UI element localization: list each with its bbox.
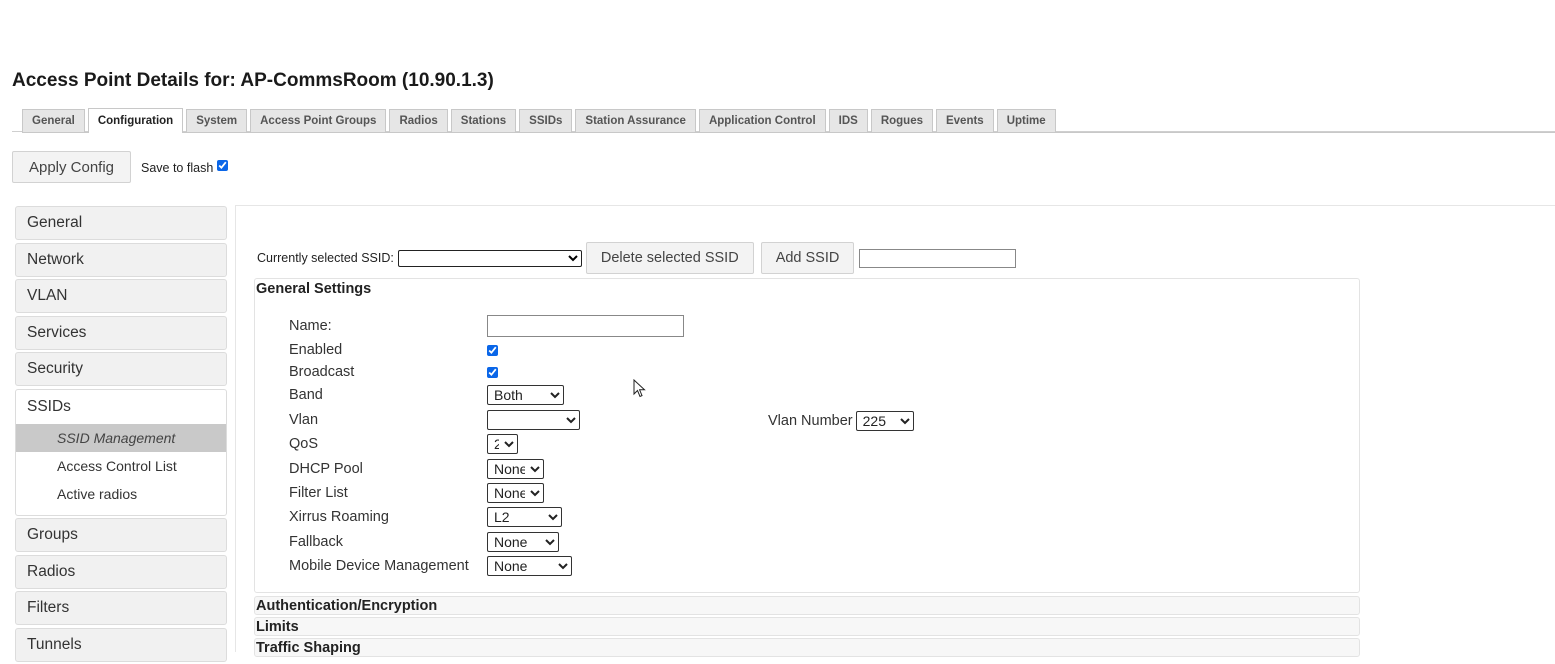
page-title: Access Point Details for: AP-CommsRoom (… xyxy=(12,70,494,91)
dhcp-pool-row: DHCP Pool None xyxy=(289,458,544,480)
tab-stations[interactable]: Stations xyxy=(450,109,517,132)
sidebar: General Network VLAN Services Security S… xyxy=(15,206,227,664)
sidebar-item-radios[interactable]: Radios xyxy=(15,554,227,589)
sidebar-item-ssids[interactable]: SSIDs xyxy=(16,390,226,424)
tab-application-control[interactable]: Application Control xyxy=(698,109,826,132)
vlan-number-row: Vlan Number 225 xyxy=(768,410,914,432)
sidebar-group-ssids: SSIDs SSID Management Access Control Lis… xyxy=(15,388,227,516)
general-settings-panel: General Settings Name: Enabled Broadcast… xyxy=(254,278,1360,593)
name-row: Name: xyxy=(289,315,684,337)
tab-uptime[interactable]: Uptime xyxy=(996,109,1056,132)
general-settings-title: General Settings xyxy=(256,281,372,297)
delete-ssid-button[interactable]: Delete selected SSID xyxy=(585,242,754,274)
fallback-row: Fallback None xyxy=(289,531,559,553)
filter-list-select[interactable]: None xyxy=(487,483,544,503)
band-row: Band Both xyxy=(289,384,564,406)
new-ssid-input[interactable] xyxy=(859,248,1017,268)
name-label: Name: xyxy=(289,318,332,334)
fallback-label: Fallback xyxy=(289,534,343,550)
enabled-checkbox[interactable] xyxy=(487,344,498,356)
tab-station-assurance[interactable]: Station Assurance xyxy=(575,109,696,132)
vlan-number-label: Vlan Number xyxy=(768,413,853,429)
xirrus-roaming-select[interactable]: L2 xyxy=(487,507,562,527)
mdm-select[interactable]: None xyxy=(487,556,572,576)
tab-configuration[interactable]: Configuration xyxy=(87,108,184,133)
broadcast-label: Broadcast xyxy=(289,364,355,380)
save-to-flash: Save to flash xyxy=(141,160,229,175)
sidebar-item-vlan[interactable]: VLAN xyxy=(15,279,227,313)
section-authentication-encryption[interactable]: Authentication/Encryption xyxy=(254,596,1360,615)
tab-ids[interactable]: IDS xyxy=(828,109,868,132)
sidebar-item-tunnels[interactable]: Tunnels xyxy=(15,627,227,662)
sidebar-subitem-ssid-management[interactable]: SSID Management xyxy=(16,423,226,452)
enabled-row: Enabled xyxy=(289,339,498,361)
sidebar-item-groups[interactable]: Groups xyxy=(15,518,227,552)
vlan-number-select[interactable]: 225 xyxy=(855,411,914,431)
filter-list-label: Filter List xyxy=(289,485,348,501)
vlan-row: Vlan xyxy=(289,409,580,431)
current-ssid-select[interactable] xyxy=(397,249,582,267)
filter-list-row: Filter List None xyxy=(289,482,544,504)
sidebar-item-services[interactable]: Services xyxy=(15,315,227,350)
save-to-flash-label: Save to flash xyxy=(141,160,214,175)
mdm-label: Mobile Device Management xyxy=(289,558,469,574)
tab-system[interactable]: System xyxy=(186,109,248,132)
band-select[interactable]: Both xyxy=(487,385,564,405)
sidebar-item-network[interactable]: Network xyxy=(15,242,227,277)
qos-row: QoS 2 xyxy=(289,433,518,455)
tab-bar: General Configuration System Access Poin… xyxy=(22,108,1555,133)
tab-access-point-groups[interactable]: Access Point Groups xyxy=(250,109,387,132)
broadcast-checkbox[interactable] xyxy=(487,366,498,378)
add-ssid-button[interactable]: Add SSID xyxy=(760,242,855,274)
vlan-select[interactable] xyxy=(487,410,580,430)
dhcp-pool-select[interactable]: None xyxy=(487,459,544,479)
enabled-label: Enabled xyxy=(289,342,343,358)
tab-ssids[interactable]: SSIDs xyxy=(519,109,573,132)
sidebar-item-security[interactable]: Security xyxy=(15,352,227,386)
tab-events[interactable]: Events xyxy=(935,109,994,132)
xirrus-roaming-label: Xirrus Roaming xyxy=(289,509,389,525)
current-ssid-label: Currently selected SSID: xyxy=(257,251,394,265)
sidebar-subitem-access-control-list[interactable]: Access Control List xyxy=(16,452,226,480)
mdm-row: Mobile Device Management None xyxy=(289,555,572,577)
xirrus-roaming-row: Xirrus Roaming L2 xyxy=(289,506,562,528)
sidebar-item-filters[interactable]: Filters xyxy=(15,591,227,625)
fallback-select[interactable]: None xyxy=(487,532,559,552)
save-to-flash-checkbox[interactable] xyxy=(217,160,229,171)
tab-general[interactable]: General xyxy=(22,109,85,132)
sidebar-subitem-active-radios[interactable]: Active radios xyxy=(16,480,226,508)
dhcp-pool-label: DHCP Pool xyxy=(289,461,363,477)
ssid-toolbar: Currently selected SSID: Delete selected… xyxy=(257,242,1017,274)
section-traffic-shaping[interactable]: Traffic Shaping xyxy=(254,638,1360,657)
tab-rogues[interactable]: Rogues xyxy=(870,109,933,132)
broadcast-row: Broadcast xyxy=(289,361,498,383)
band-label: Band xyxy=(289,387,323,403)
name-input[interactable] xyxy=(487,315,684,337)
sidebar-item-general[interactable]: General xyxy=(15,206,227,240)
tab-radios[interactable]: Radios xyxy=(389,109,448,132)
vlan-label: Vlan xyxy=(289,412,319,428)
qos-select[interactable]: 2 xyxy=(487,434,518,454)
apply-config-button[interactable]: Apply Config xyxy=(12,151,131,183)
section-limits[interactable]: Limits xyxy=(254,617,1360,636)
mouse-pointer-icon xyxy=(633,379,646,398)
qos-label: QoS xyxy=(289,436,319,452)
